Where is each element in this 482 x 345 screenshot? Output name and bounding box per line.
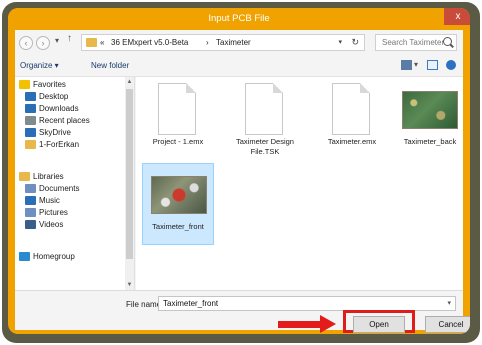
music-icon [25,196,36,206]
navigation-scrollbar[interactable]: ▲ ▼ [125,77,134,290]
sidebar-item-label: Libraries [33,172,64,181]
navigation-pane: Favorites Desktop Downloads Recent place… [15,77,135,290]
documents-icon [25,184,36,194]
sidebar-item-label: Desktop [39,92,69,101]
homegroup-icon [19,252,30,262]
filename-dropdown-icon[interactable]: ▾ [447,299,451,307]
file-name: Taximeter Design File.TSK [236,137,294,156]
sidebar-item-homegroup[interactable]: Homegroup [19,251,75,263]
recent-places-icon [25,116,36,126]
sidebar-item-1-forerkan[interactable]: 1-ForErkan [25,139,79,151]
sidebar-item-downloads[interactable]: Downloads [25,103,79,115]
pictures-icon [25,208,36,218]
breadcrumb-current[interactable]: Taximeter [216,38,251,47]
downloads-icon [25,104,36,114]
breadcrumb-overflow[interactable]: « [100,38,104,47]
file-name: Taximeter.emx [327,137,377,146]
help-icon[interactable] [446,60,456,70]
sidebar-item-label: SkyDrive [39,128,72,137]
file-dialog: Input PCB File x ‹ › ▾ ↑ « 36 EMxpert v5… [8,8,470,334]
view-options-icon[interactable] [401,60,412,70]
red-arrow-shaft [278,321,322,328]
search-input[interactable]: Search Taximeter [375,34,457,51]
open-button[interactable]: Open [353,316,405,333]
bottom-bar: File name: Taximeter_front ▾ Open Cancel [15,290,470,333]
star-icon [19,80,30,90]
libraries-icon [19,172,30,182]
up-arrow-icon[interactable]: ↑ [67,33,72,44]
organize-button[interactable]: Organize ▾ [20,61,59,70]
pcb-back-thumbnail [402,91,458,129]
sidebar-item-videos[interactable]: Videos [25,219,63,231]
file-item[interactable]: Taximeter_back [394,79,466,161]
sidebar-item-libraries[interactable]: Libraries [19,171,64,183]
scroll-up-icon[interactable]: ▲ [125,77,134,87]
filename-value[interactable]: Taximeter_front [163,299,218,308]
window-title: Input PCB File [208,13,270,24]
desktop-icon [25,92,36,102]
refresh-icon[interactable]: ↻ [351,37,359,48]
command-bar: Organize ▾ New folder ▾ [15,55,463,77]
file-list: Project - 1.emx Taximeter Design File.TS… [136,77,463,290]
document-icon [245,83,283,135]
recent-dropdown-icon[interactable]: ▾ [55,36,59,45]
search-icon[interactable] [443,37,452,46]
document-icon [158,83,196,135]
preview-pane-icon[interactable] [427,60,438,70]
address-bar[interactable]: « 36 EMxpert v5.0-Beta › Taximeter ▾ ↻ [81,34,365,51]
address-dropdown-icon[interactable]: ▾ [338,38,342,46]
file-item[interactable]: Taximeter.emx [316,79,388,161]
sidebar-item-music[interactable]: Music [25,195,60,207]
file-name: Taximeter_front [152,222,204,231]
sidebar-item-favorites[interactable]: Favorites [19,79,66,91]
sidebar-item-label: Videos [39,220,64,229]
forward-arrow-icon[interactable]: › [36,36,50,50]
sidebar-item-documents[interactable]: Documents [25,183,79,195]
file-item[interactable]: Taximeter Design File.TSK [229,79,301,161]
sidebar-item-label: Favorites [33,80,66,89]
file-item[interactable]: Project - 1.emx [142,79,214,161]
sidebar-item-label: Homegroup [33,252,75,261]
sidebar-item-label: Music [39,196,60,205]
scroll-down-icon[interactable]: ▼ [125,280,134,290]
scroll-thumb[interactable] [126,89,133,259]
sidebar-item-recent-places[interactable]: Recent places [25,115,90,127]
sidebar-item-desktop[interactable]: Desktop [25,91,68,103]
sidebar-item-label: Pictures [39,208,68,217]
pcb-front-thumbnail [151,176,207,214]
folder-icon [25,140,36,150]
folder-icon [86,38,97,47]
back-arrow-icon[interactable]: ‹ [19,36,33,50]
sidebar-item-label: Downloads [39,104,79,113]
breadcrumb-parent[interactable]: 36 EMxpert v5.0-Beta [111,38,188,47]
title-bar: Input PCB File x [8,8,470,30]
new-folder-button[interactable]: New folder [91,61,129,70]
videos-icon [25,220,36,230]
filename-field[interactable]: Taximeter_front ▾ [158,296,456,311]
document-icon [332,83,370,135]
dialog-client: ‹ › ▾ ↑ « 36 EMxpert v5.0-Beta › Taximet… [15,30,470,333]
cancel-button[interactable]: Cancel [425,316,470,333]
red-arrow-icon [320,315,336,333]
view-dropdown-icon[interactable]: ▾ [414,60,418,69]
close-button[interactable]: x [444,8,470,25]
sidebar-item-label: Recent places [39,116,90,125]
sidebar-item-label: 1-ForErkan [39,140,80,149]
file-name: Project - 1.emx [152,137,204,146]
address-row: ‹ › ▾ ↑ « 36 EMxpert v5.0-Beta › Taximet… [15,30,463,55]
sidebar-item-skydrive[interactable]: SkyDrive [25,127,71,139]
sidebar-item-pictures[interactable]: Pictures [25,207,68,219]
search-placeholder: Search Taximeter [382,38,445,47]
skydrive-icon [25,128,36,138]
sidebar-item-label: Documents [39,184,80,193]
file-item-selected[interactable]: Taximeter_front [142,163,214,245]
file-name: Taximeter_back [403,137,457,146]
breadcrumb-separator: › [206,38,209,47]
